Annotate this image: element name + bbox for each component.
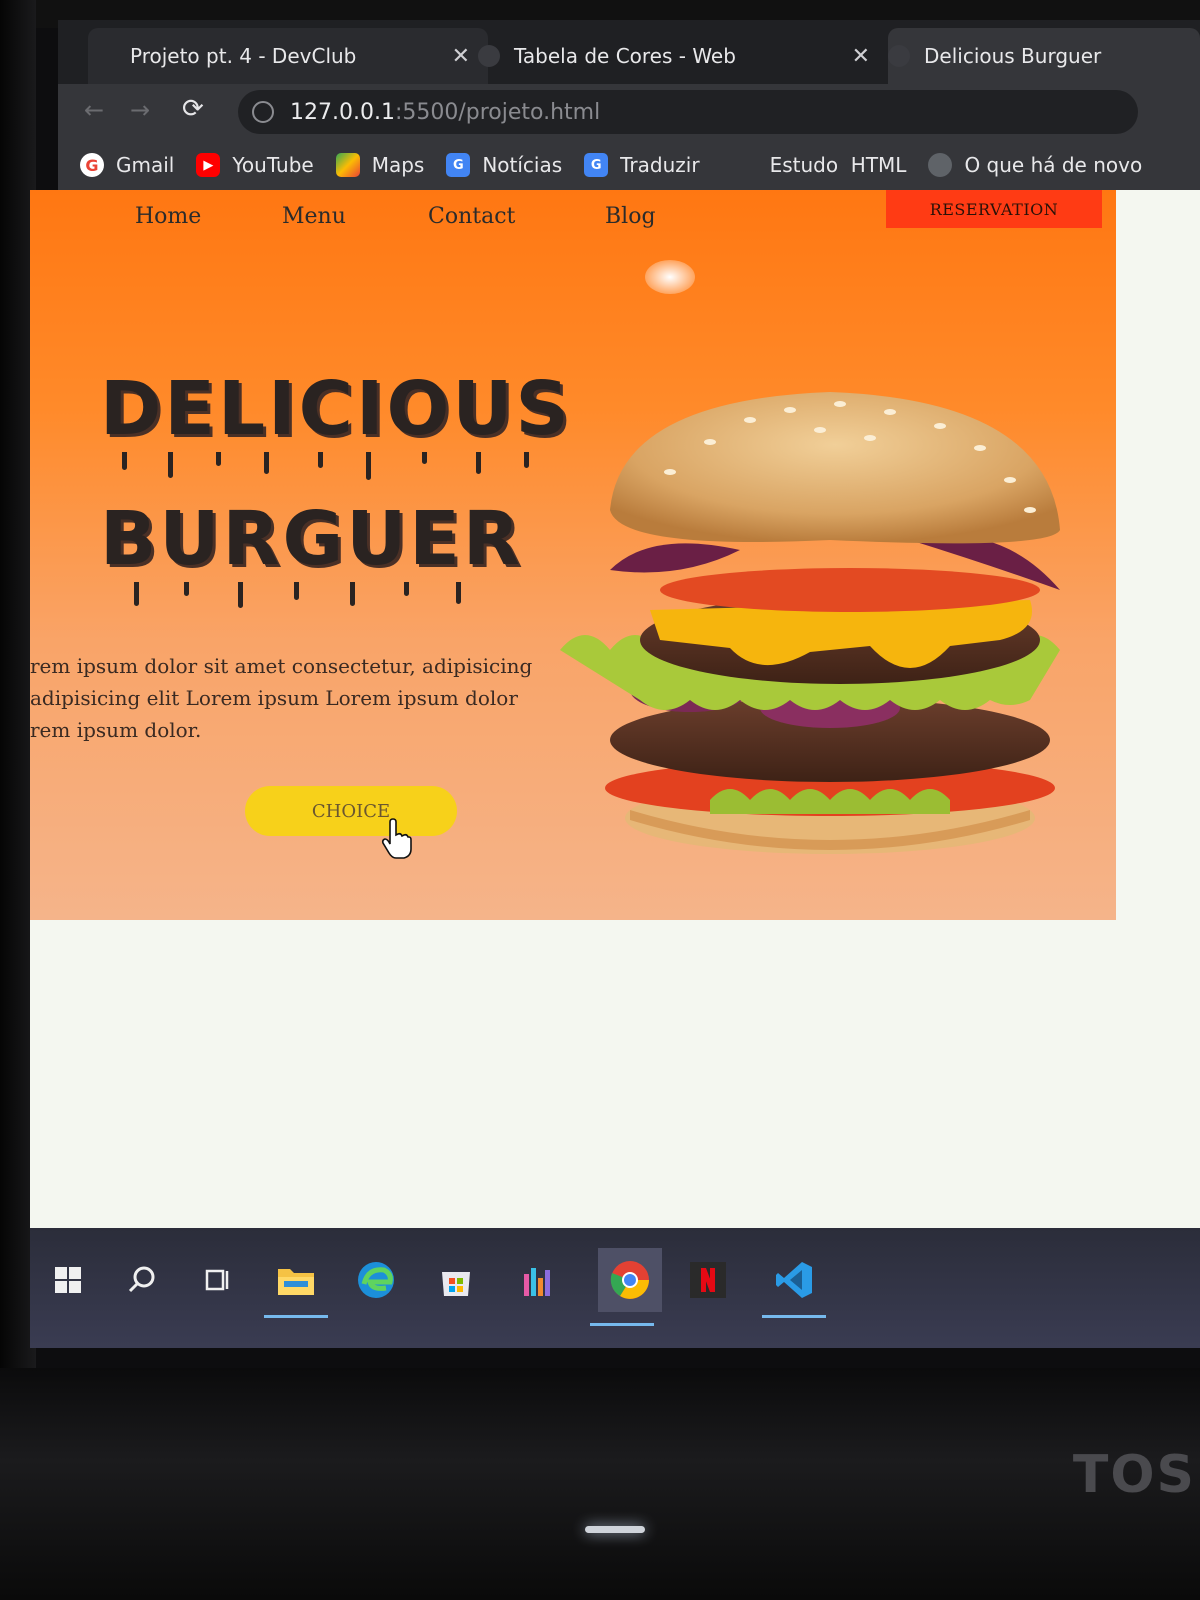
drip-decoration [104,452,564,482]
bookmark-label: YouTube [232,153,314,177]
bookmark-label: Gmail [116,153,175,177]
drip-decoration [104,582,504,612]
task-view-icon[interactable] [194,1256,242,1304]
hero-text-line: rem ipsum dolor. [30,718,202,742]
close-icon[interactable]: ✕ [852,44,870,69]
hero-title-line-1: DELICIOUS [100,366,572,452]
bookmark-label: Notícias [482,153,563,177]
nav-link-menu[interactable]: Menu [282,204,346,229]
windows-taskbar [30,1228,1200,1348]
monitor-bezel-bottom [0,1368,1200,1600]
hero-title-line-2: BURGUER [100,496,523,582]
tab-delicious-burguer[interactable]: Delicious Burguer [888,28,1200,84]
chrome-icon [928,153,953,177]
edge-icon[interactable] [352,1256,400,1304]
forward-icon[interactable]: → [130,96,150,124]
bookmark-label: O que há de novo [964,153,1143,177]
globe-icon [888,45,910,67]
hero-text-line: rem ipsum dolor sit amet consectetur, ad… [30,654,533,678]
file-explorer-icon[interactable] [264,1256,328,1318]
bookmark-label: Traduzir [620,153,700,177]
reservation-button[interactable]: RESERVATION [886,190,1102,228]
choice-button[interactable]: CHOICE [245,786,457,836]
close-icon[interactable]: ✕ [452,44,470,69]
chrome-icon[interactable] [590,1248,662,1326]
news-icon: G [446,153,471,177]
store-icon[interactable] [432,1256,480,1304]
nav-link-blog[interactable]: Blog [605,204,656,229]
tab-label: Projeto pt. 4 - DevClub [130,44,357,68]
vscode-icon[interactable] [762,1256,826,1318]
back-icon[interactable]: ← [84,96,104,124]
hand-cursor-icon [381,818,412,859]
page-viewport: Home Menu Contact Blog RESERVATION DELIC… [30,190,1200,1252]
nav-link-home[interactable]: Home [135,204,201,229]
bookmark-traduzir[interactable]: G Traduzir [584,153,700,177]
youtube-icon: ▶ [196,153,221,177]
netflix-icon[interactable] [684,1256,732,1304]
gmail-icon: G [80,153,104,177]
bookmark-label: Estudo HTML [769,153,907,177]
globe-icon [478,45,500,67]
tab-label: Tabela de Cores - Web [514,44,736,68]
bookmark-noticias[interactable]: G Notícias [446,153,562,177]
bookmark-maps[interactable]: Maps [335,153,425,177]
tab-tabela-de-cores[interactable]: Tabela de Cores - Web ✕ [478,28,888,84]
bookmark-gmail[interactable]: G Gmail [80,153,174,177]
address-bar[interactable]: 127.0.0.1:5500/projeto.html [238,90,1138,134]
search-icon[interactable] [118,1256,166,1304]
hero-section: Home Menu Contact Blog RESERVATION DELIC… [30,190,1116,920]
app-icon[interactable] [514,1256,562,1304]
screen-glare [645,260,695,294]
tab-label: Delicious Burguer [924,44,1102,68]
power-led [585,1526,645,1533]
hero-description: rem ipsum dolor sit amet consectetur, ad… [30,650,540,746]
maps-icon [335,153,360,177]
url-host: 127.0.0.1 [290,99,395,125]
browser-tab-bar: Projeto pt. 4 - DevClub ✕ Tabela de Core… [58,20,1200,84]
bookmarks-bar: G Gmail ▶ YouTube Maps G Notícias G Trad… [58,140,1200,190]
bookmark-estudo-html[interactable]: Estudo HTML [770,153,907,177]
translate-icon: G [584,153,609,177]
bookmark-o-que-ha-de-novo[interactable]: O que há de novo [928,153,1142,177]
bookmark-label: Maps [371,153,425,177]
site-info-icon[interactable] [252,101,274,123]
reload-icon[interactable]: ⟳ [182,94,204,124]
windows-start-icon[interactable] [44,1256,92,1304]
url-path: :5500/projeto.html [394,99,601,125]
tab-projeto[interactable]: Projeto pt. 4 - DevClub ✕ [88,28,488,84]
nav-link-contact[interactable]: Contact [428,204,515,229]
burger-image [560,392,1060,854]
hero-text-line: adipisicing elit Lorem ipsum Lorem ipsum… [30,686,518,710]
browser-toolbar: ← → ⟳ 127.0.0.1:5500/projeto.html [58,84,1200,140]
monitor-brand-logo: TOS [1072,1445,1196,1505]
bookmark-youtube[interactable]: ▶ YouTube [196,153,314,177]
